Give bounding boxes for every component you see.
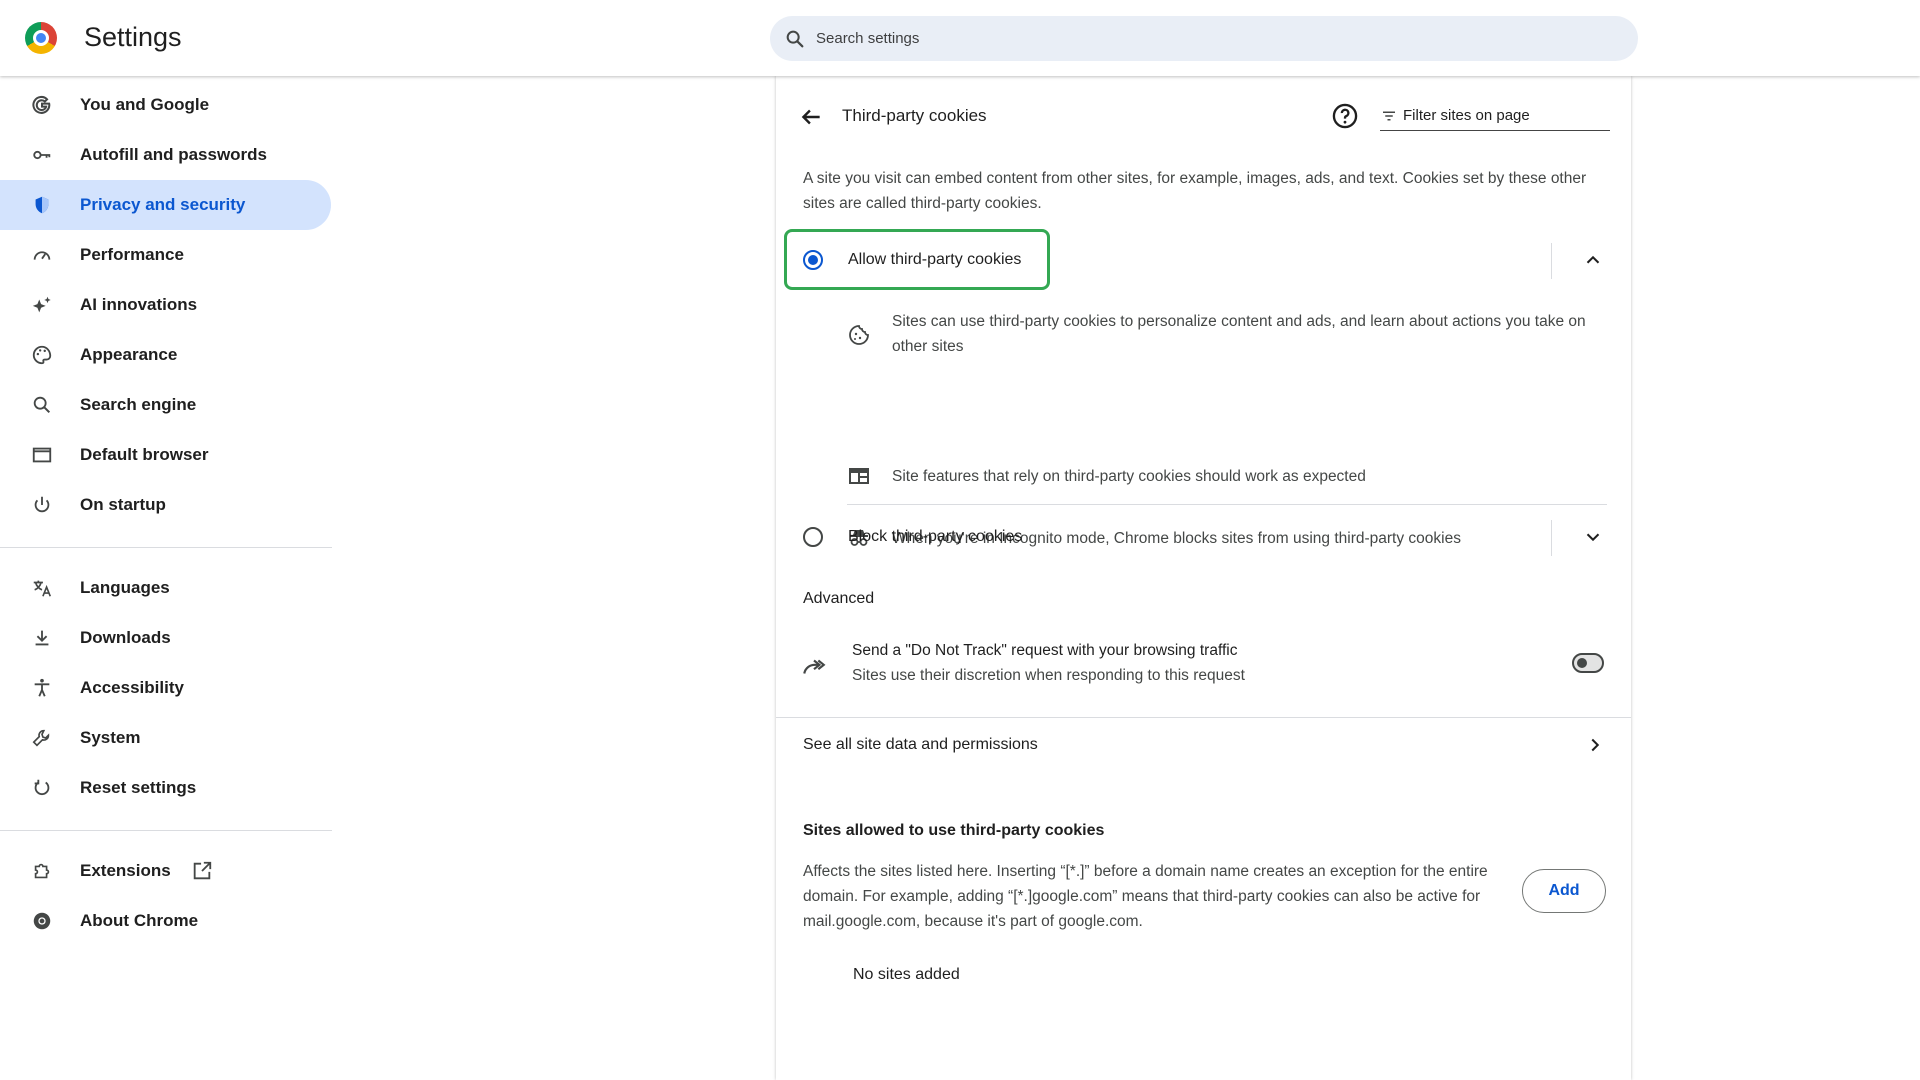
block-cookies-option[interactable]: Block third-party cookies (776, 512, 1631, 562)
filter-icon (1383, 111, 1395, 120)
sparkle-icon (30, 293, 54, 317)
speedometer-icon (30, 243, 54, 267)
sidebar-item-label: Privacy and security (80, 195, 246, 214)
sidebar-item-label: On startup (80, 495, 166, 514)
no-sites-label: No sites added (853, 966, 960, 983)
chevron-right-icon (1591, 738, 1600, 752)
option-separator (847, 504, 1607, 505)
block-cookies-radio[interactable] (803, 527, 823, 547)
power-icon (30, 493, 54, 517)
sidebar-item-label: Languages (80, 578, 170, 597)
sidebar-item-autofill[interactable]: Autofill and passwords (0, 130, 331, 180)
sidebar-item-appearance[interactable]: Appearance (0, 330, 331, 380)
sidebar-divider (0, 547, 332, 548)
sidebar-item-label: System (80, 728, 141, 747)
option-divider (1551, 243, 1552, 279)
cookies-description: A site you visit can embed content from … (803, 170, 1587, 212)
sidebar-item-languages[interactable]: Languages (0, 563, 331, 613)
search-input[interactable] (816, 30, 1596, 47)
do-not-track-subtitle: Sites use their discretion when respondi… (852, 667, 1245, 684)
sidebar-item-label: You and Google (80, 95, 210, 114)
external-link-icon (193, 861, 211, 880)
top-bar: Settings (0, 0, 1920, 76)
sidebar-item-label: Appearance (80, 345, 178, 364)
bullet-text: Site features that rely on third-party c… (892, 468, 1366, 485)
sidebar-divider (0, 830, 332, 831)
accessibility-icon (30, 676, 54, 700)
sidebar-item-downloads[interactable]: Downloads (0, 613, 331, 663)
add-site-button[interactable]: Add (1522, 869, 1606, 913)
block-cookies-label: Block third-party cookies (848, 528, 1023, 545)
search-icon (786, 30, 804, 47)
filter-sites-input[interactable] (1403, 107, 1603, 124)
sidebar-item-label: Accessibility (80, 678, 184, 697)
sidebar-item-system[interactable]: System (0, 713, 331, 763)
sidebar-item-privacy[interactable]: Privacy and security (0, 180, 331, 230)
download-icon (30, 626, 54, 650)
shield-icon (30, 193, 54, 217)
option-divider (1551, 520, 1552, 556)
selection-highlight (784, 229, 1050, 290)
page-subheader: Third-party cookies (776, 96, 1631, 136)
chrome-logo-icon (25, 22, 57, 54)
do-not-track-icon (803, 659, 826, 674)
see-all-site-data-row[interactable]: See all site data and permissions (776, 718, 1631, 774)
google-g-icon (30, 93, 54, 117)
do-not-track-toggle[interactable] (1572, 653, 1604, 673)
sidebar-item-search-engine[interactable]: Search engine (0, 380, 331, 430)
bullet-text: Sites can use third-party cookies to per… (892, 313, 1586, 355)
chevron-down-icon[interactable] (1582, 526, 1604, 548)
web-features-icon (849, 468, 869, 484)
sidebar-item-about-chrome[interactable]: About Chrome (0, 896, 331, 946)
cookie-icon (849, 325, 869, 345)
sidebar-item-label: AI innovations (80, 295, 198, 314)
chrome-icon (30, 909, 54, 933)
sidebar-item-extensions[interactable]: Extensions (0, 846, 331, 896)
allowed-sites-description: Affects the sites listed here. Inserting… (803, 863, 1488, 930)
do-not-track-text: Send a "Do Not Track" request with your … (852, 638, 1245, 688)
sidebar-item-reset[interactable]: Reset settings (0, 763, 331, 813)
allowed-sites-heading: Sites allowed to use third-party cookies (803, 822, 1105, 839)
sidebar-nav: You and Google Autofill and passwords Pr… (0, 80, 332, 946)
advanced-heading: Advanced (803, 590, 875, 607)
see-all-site-data-label: See all site data and permissions (803, 736, 1038, 753)
sidebar-item-accessibility[interactable]: Accessibility (0, 663, 331, 713)
sidebar-item-on-startup[interactable]: On startup (0, 480, 331, 530)
sidebar-item-label: Performance (80, 245, 184, 264)
sidebar-item-default-browser[interactable]: Default browser (0, 430, 331, 480)
translate-icon (30, 576, 54, 600)
sidebar-item-label: About Chrome (80, 911, 199, 930)
sidebar-item-you-and-google[interactable]: You and Google (0, 80, 331, 130)
sidebar-item-label: Downloads (80, 628, 171, 647)
filter-sites-field[interactable] (1380, 101, 1610, 131)
puzzle-icon (30, 859, 54, 883)
do-not-track-title: Send a "Do Not Track" request with your … (852, 642, 1238, 659)
sidebar-item-label: Autofill and passwords (80, 145, 268, 164)
search-icon (30, 393, 54, 417)
wrench-icon (30, 726, 54, 750)
sidebar-item-label: Search engine (80, 395, 197, 414)
key-icon (30, 143, 54, 167)
sidebar-item-label: Default browser (80, 445, 209, 464)
back-arrow-icon[interactable] (798, 104, 824, 130)
reset-icon (30, 776, 54, 800)
page-title: Third-party cookies (842, 106, 987, 125)
sidebar-item-label: Extensions (80, 861, 171, 880)
help-icon[interactable] (1331, 102, 1359, 130)
third-party-cookies-card: Third-party cookies A site you visit can… (776, 76, 1631, 1080)
browser-window-icon (30, 443, 54, 467)
sidebar-item-label: Reset settings (80, 778, 197, 797)
search-box[interactable] (770, 16, 1638, 61)
chevron-up-icon[interactable] (1582, 249, 1604, 271)
sidebar-item-ai[interactable]: AI innovations (0, 280, 331, 330)
palette-icon (30, 343, 54, 367)
sidebar-item-performance[interactable]: Performance (0, 230, 331, 280)
app-title: Settings (84, 22, 182, 52)
